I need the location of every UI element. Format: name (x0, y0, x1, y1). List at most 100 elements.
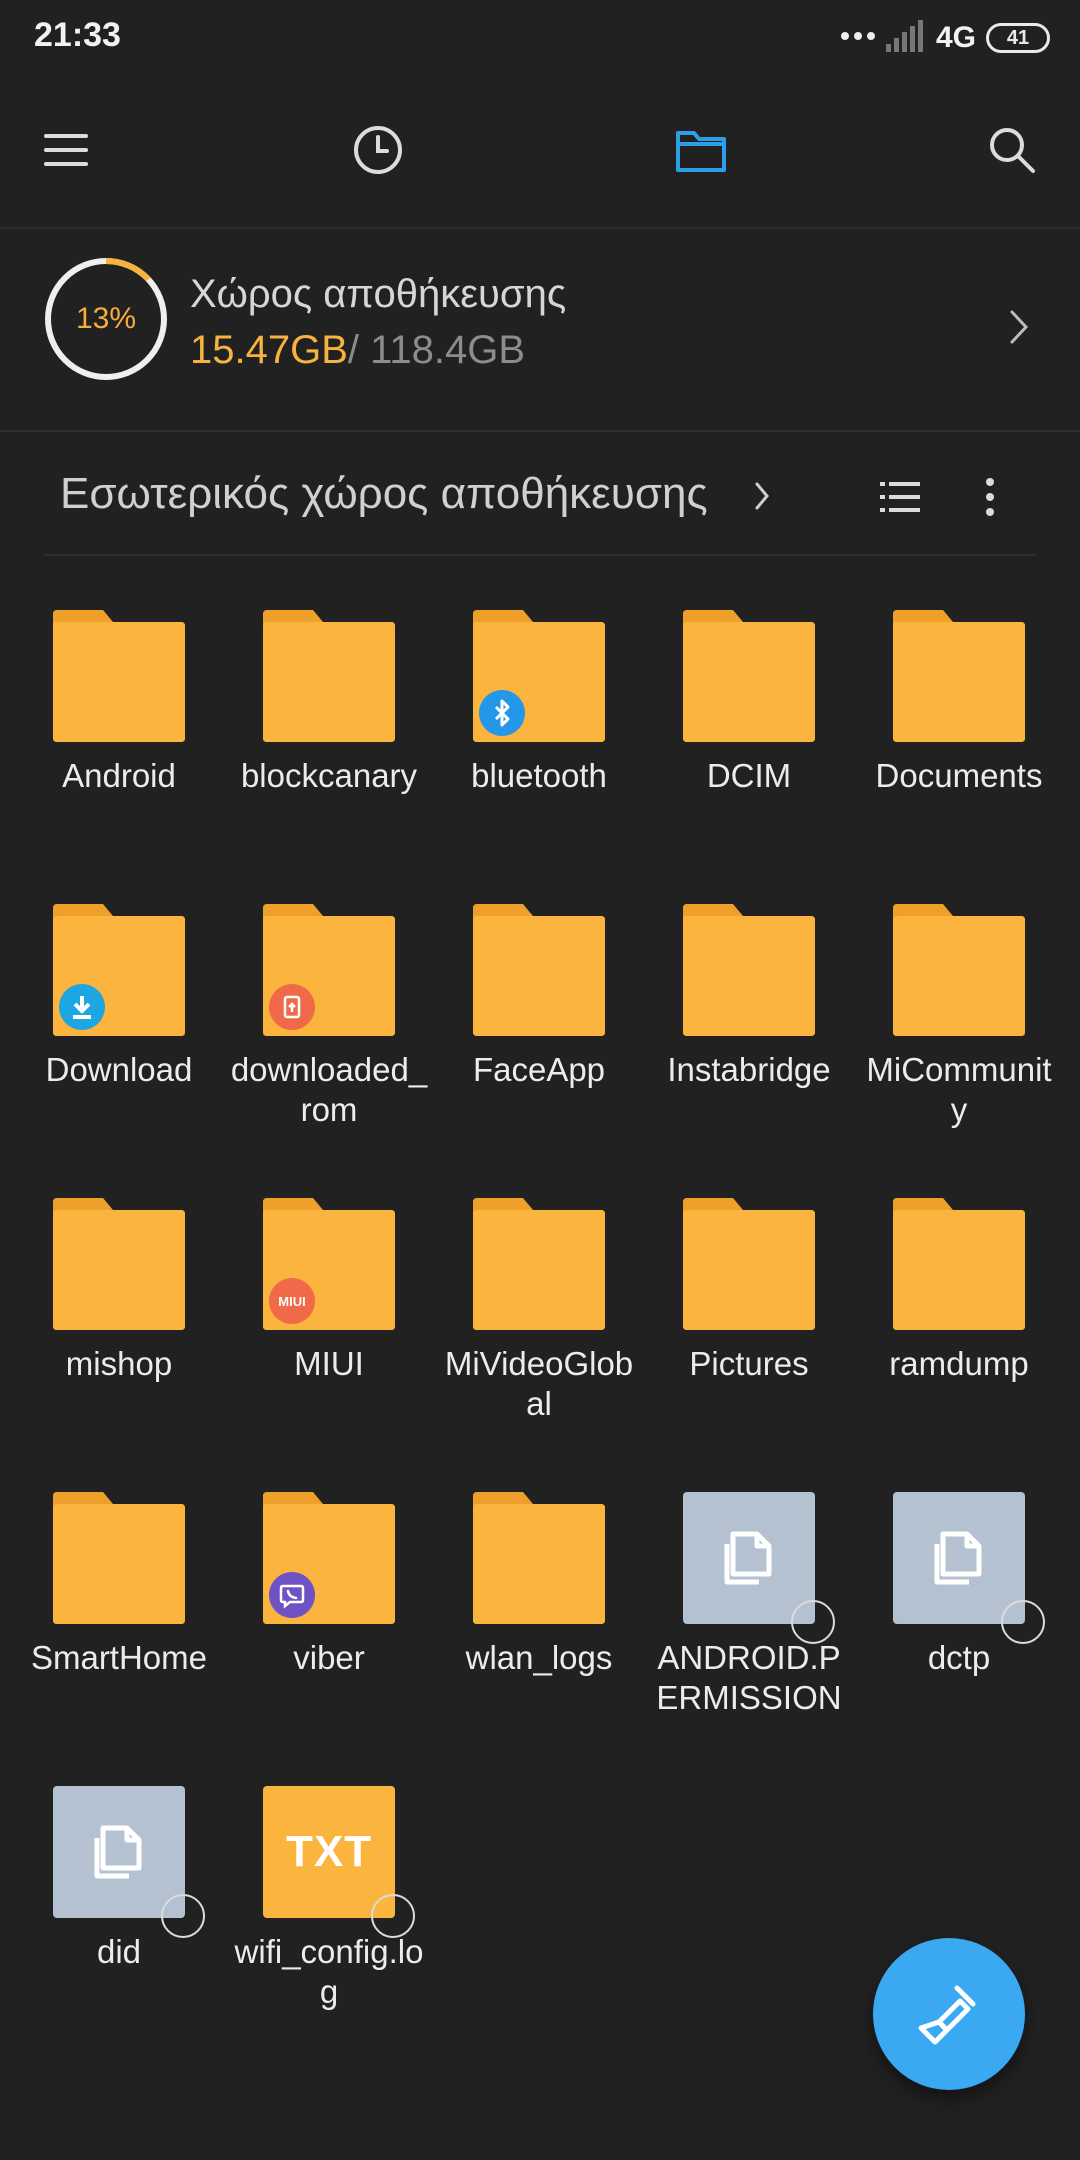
folder-item[interactable]: Android (14, 610, 224, 862)
folder-icon (473, 1198, 605, 1330)
folder-item[interactable]: Download (14, 904, 224, 1156)
hamburger-icon (44, 134, 88, 166)
folder-item[interactable]: Pictures (644, 1198, 854, 1450)
folder-item[interactable]: mishop (14, 1198, 224, 1450)
storage-divider (0, 430, 1080, 432)
folder-item[interactable]: viber (224, 1492, 434, 1744)
more-dots-icon (840, 29, 876, 47)
toolbar-divider (0, 227, 1080, 229)
chevron-right-icon (754, 481, 770, 516)
item-label: Download (45, 1051, 193, 1088)
item-label: downloaded_rom (230, 1051, 428, 1128)
battery-icon: 41 (986, 23, 1050, 53)
broom-icon (918, 1985, 976, 2045)
folder-item[interactable]: ramdump (854, 1198, 1064, 1450)
folder-icon: MIUI (263, 1198, 395, 1330)
more-options-button[interactable] (960, 467, 1020, 527)
item-label: Documents (875, 757, 1043, 794)
folder-item[interactable]: DCIM (644, 610, 854, 862)
folder-item[interactable]: Instabridge (644, 904, 854, 1156)
path-divider (44, 554, 1036, 556)
folder-icon (683, 610, 815, 742)
item-label: mishop (65, 1345, 173, 1382)
item-label: Pictures (689, 1345, 809, 1382)
folder-icon (683, 1198, 815, 1330)
breadcrumb[interactable]: Εσωτερικός χώρος αποθήκευσης (60, 469, 708, 519)
item-label: FaceApp (472, 1051, 606, 1088)
folder-icon (893, 1198, 1025, 1330)
file-item[interactable]: ANDROID.PERMISSION (644, 1492, 854, 1744)
file-grid: Android blockcanary bluetooth DCIM Documents… (14, 610, 1066, 2038)
select-checkbox[interactable] (1001, 1600, 1045, 1644)
storage-used: 15.47GB (190, 328, 348, 372)
folder-item[interactable]: blockcanary (224, 610, 434, 862)
miui-icon: MIUI (269, 1278, 315, 1324)
status-bar: 21:33 4G 41 (0, 0, 1080, 76)
folder-icon (893, 904, 1025, 1036)
item-label: MiVideoGlobal (444, 1345, 634, 1422)
top-toolbar (0, 100, 1080, 205)
folder-item[interactable]: SmartHome (14, 1492, 224, 1744)
storage-title: Χώρος αποθήκευσης (190, 272, 567, 316)
file-thumbnail (893, 1492, 1045, 1644)
item-label: DCIM (706, 757, 792, 794)
files-tab[interactable] (651, 100, 751, 200)
more-vertical-icon (986, 478, 994, 516)
folder-item[interactable]: FaceApp (434, 904, 644, 1156)
folder-icon (263, 1492, 395, 1624)
folder-item[interactable]: wlan_logs (434, 1492, 644, 1744)
item-label: dctp (927, 1639, 991, 1676)
folder-icon (683, 904, 815, 1036)
folder-icon (53, 610, 185, 742)
folder-item[interactable]: bluetooth (434, 610, 644, 862)
view-mode-button[interactable] (870, 467, 930, 527)
file-thumbnail (683, 1492, 835, 1644)
recent-tab[interactable] (328, 100, 428, 200)
clean-button[interactable] (873, 1938, 1025, 2090)
file-item[interactable]: did (14, 1786, 224, 2038)
item-label: ramdump (889, 1345, 1029, 1382)
folder-icon (473, 904, 605, 1036)
select-checkbox[interactable] (161, 1894, 205, 1938)
file-item[interactable]: dctp (854, 1492, 1064, 1744)
viber-icon (269, 1572, 315, 1618)
status-time: 21:33 (34, 16, 121, 54)
folder-icon (473, 1492, 605, 1624)
menu-button[interactable] (16, 100, 116, 200)
file-item[interactable]: TXT wifi_config.log (224, 1786, 434, 2038)
download-icon (59, 984, 105, 1030)
list-view-icon (880, 482, 920, 512)
bluetooth-icon (479, 690, 525, 736)
folder-item[interactable]: MiVideoGlobal (434, 1198, 644, 1450)
folder-icon (53, 1198, 185, 1330)
folder-item[interactable]: MiCommunity (854, 904, 1064, 1156)
folder-icon (263, 610, 395, 742)
clock-icon (354, 126, 402, 174)
item-label: bluetooth (471, 757, 607, 794)
chevron-right-icon (1008, 308, 1030, 351)
folder-item[interactable]: MIUI MIUI (224, 1198, 434, 1450)
file-thumbnail (53, 1786, 205, 1938)
storage-summary[interactable]: 13% Χώρος αποθήκευσης 15.47GB/ 118.4GB (0, 230, 1080, 430)
miui-badge-text: MIUI (278, 1293, 306, 1309)
search-button[interactable] (962, 100, 1062, 200)
document-icon (53, 1786, 185, 1918)
folder-icon (676, 131, 726, 172)
path-bar: Εσωτερικός χώρος αποθήκευσης (0, 445, 1080, 555)
folder-icon (473, 610, 605, 742)
document-icon (683, 1492, 815, 1624)
item-label: SmartHome (30, 1639, 208, 1676)
item-label: Android (62, 757, 176, 794)
folder-item[interactable]: Documents (854, 610, 1064, 862)
search-icon (990, 128, 1035, 173)
item-label: MiCommunity (866, 1051, 1052, 1128)
item-label: viber (293, 1639, 365, 1676)
select-checkbox[interactable] (791, 1600, 835, 1644)
txt-file-icon: TXT (263, 1786, 395, 1918)
folder-icon (893, 610, 1025, 742)
document-icon (893, 1492, 1025, 1624)
select-checkbox[interactable] (371, 1894, 415, 1938)
battery-level: 41 (1006, 26, 1030, 49)
folder-item[interactable]: downloaded_rom (224, 904, 434, 1156)
storage-percent: 13% (75, 302, 137, 335)
